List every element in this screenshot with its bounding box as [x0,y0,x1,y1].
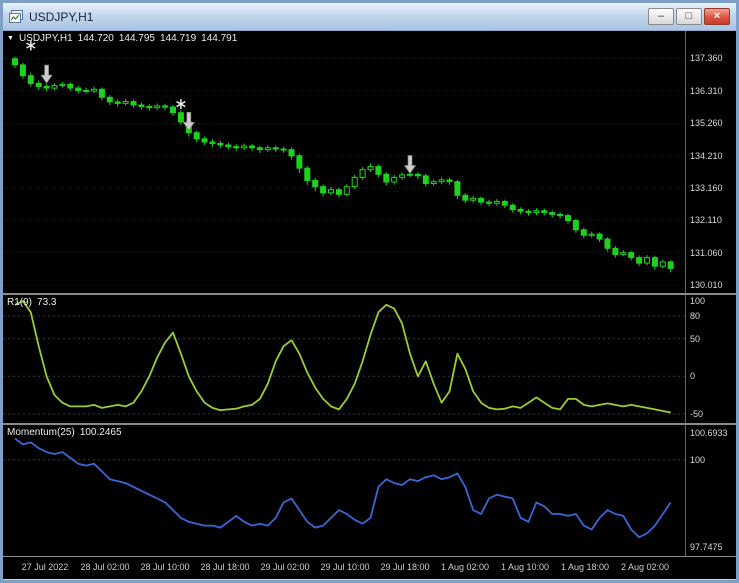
axis-label: 130.010 [690,279,723,290]
axis-label: -50 [690,408,704,419]
axis-label: 100.6933 [690,427,728,438]
momentum-indicator-chart[interactable] [3,425,685,556]
time-axis-label: 1 Aug 02:00 [440,562,490,572]
momentum-axis[interactable]: 100.6933 100 97.7475 [686,425,736,556]
trade-down-arrow-icon [40,64,53,84]
time-axis-label: 29 Jul 02:00 [260,562,310,572]
time-axis-label: 1 Aug 18:00 [560,562,610,572]
axis-label: 134.210 [690,150,723,161]
axis-label: 100 [690,296,706,307]
axis-label: 97.7475 [690,542,723,552]
price-panel[interactable]: ▼ USDJPY,H1 144.720 144.795 144.719 144.… [3,31,685,293]
chart-body: ▼ USDJPY,H1 144.720 144.795 144.719 144.… [3,31,736,579]
wpr-panel[interactable]: R1(9) 73.3 [3,295,685,423]
wpr-axis[interactable]: 100 80 50 0 -50 [686,295,736,423]
candlestick-chart[interactable] [3,31,685,293]
time-axis-label: 28 Jul 02:00 [80,562,130,572]
axis-label: 135.260 [690,118,723,129]
titlebar[interactable]: USDJPY,H1 – □ × [3,3,736,31]
axis-label: 50 [690,333,701,344]
time-axis[interactable]: 27 Jul 2022 28 Jul 02:00 28 Jul 10:00 28 Ju… [3,557,736,579]
time-axis-label: 29 Jul 18:00 [380,562,430,572]
axis-label: 131.060 [690,247,723,258]
trade-down-arrow-icon [403,155,417,175]
axis-label: 100 [690,454,706,465]
axis-label: 136.310 [690,85,723,96]
time-axis-label: 1 Aug 10:00 [500,562,550,572]
time-axis-label: 29 Jul 10:00 [320,562,370,572]
window-title: USDJPY,H1 [29,9,94,24]
time-axis-label: 28 Jul 18:00 [200,562,250,572]
close-button[interactable]: × [704,8,730,25]
momentum-panel[interactable]: Momentum(25) 100.2465 [3,425,685,556]
trade-star-icon [176,99,186,110]
trade-star-icon [26,40,36,51]
time-axis-label: 28 Jul 10:00 [140,562,190,572]
chart-window-icon [9,9,23,24]
axis-label: 133.160 [690,182,723,193]
window-controls: – □ × [648,8,730,25]
axis-label: 137.360 [690,53,723,64]
wpr-indicator-chart[interactable] [3,295,685,423]
axis-label: 80 [690,311,701,322]
price-axis[interactable]: 137.360 136.310 135.260 134.210 133.160 132.1… [686,31,736,293]
time-axis-label: 2 Aug 02:00 [620,562,670,572]
time-axis-label: 27 Jul 2022 [21,562,69,572]
chart-window: USDJPY,H1 – □ × ▼ USDJPY,H1 144.720 144.… [0,0,739,583]
axis-label: 0 [690,371,696,382]
minimize-button[interactable]: – [648,8,674,25]
maximize-button[interactable]: □ [676,8,702,25]
axis-label: 132.110 [690,215,722,226]
trade-down-arrow-icon [182,111,195,131]
